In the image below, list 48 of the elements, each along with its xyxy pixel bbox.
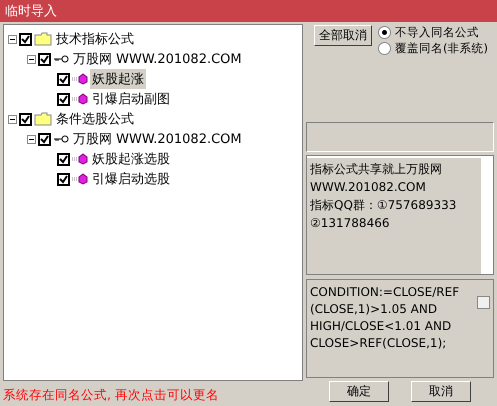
option-label: 不导入同名公式 [395, 25, 479, 40]
tree-item[interactable]: 引爆启动副图 [90, 89, 172, 109]
formula-text: HIGH/CLOSE<1.01 AND [310, 318, 452, 335]
info-text: 指标QQ群：①757689333 [310, 197, 458, 214]
dialog-button[interactable]: 确定 [329, 381, 389, 402]
key-icon [53, 134, 69, 144]
radio-option[interactable]: 覆盖同名(非系统) [378, 41, 488, 56]
info-text: WWW.201082.COM [310, 179, 427, 196]
formula-text: (CLOSE,1)>1.05 AND [310, 301, 438, 318]
collapse-toggle[interactable] [27, 54, 36, 64]
radio-icon[interactable] [378, 26, 391, 39]
collapse-toggle[interactable] [27, 134, 36, 144]
checkbox[interactable] [19, 32, 32, 46]
folder-icon [34, 32, 52, 46]
formula-text: CONDITION:=CLOSE/REF [310, 284, 460, 301]
tree-item[interactable]: 万股网 WWW.201082.COM [71, 49, 244, 69]
option-label: 覆盖同名(非系统) [395, 41, 488, 56]
checkbox[interactable] [57, 72, 70, 86]
folder-icon [34, 112, 52, 126]
window-title: 临时导入 [0, 0, 497, 22]
key-icon [53, 54, 69, 64]
status-message: 系统存在同名公式, 再次点击可以更名 [3, 386, 220, 404]
tree-item[interactable]: 条件选股公式 [54, 109, 136, 129]
tree-item[interactable]: 妖股起涨 [90, 69, 146, 89]
tree-item[interactable]: 妖股起涨选股 [90, 149, 172, 169]
tree-item[interactable]: 引爆启动选股 [90, 169, 172, 189]
info-text: ②131788466 [310, 215, 390, 232]
radio-option[interactable]: 不导入同名公式 [378, 25, 488, 40]
cancel-all-button[interactable]: 全部取消 [314, 25, 372, 46]
checkbox[interactable] [19, 112, 32, 126]
collapse-toggle[interactable] [8, 34, 17, 44]
info-text: 指标公式共享就上万股网 [310, 161, 443, 178]
checkbox[interactable] [38, 52, 51, 66]
cube-icon [72, 173, 88, 185]
tree-item[interactable]: 万股网 WWW.201082.COM [71, 129, 244, 149]
cube-icon [72, 73, 88, 85]
tree-item[interactable]: 技术指标公式 [54, 29, 136, 49]
cube-icon [72, 153, 88, 165]
radio-icon[interactable] [378, 42, 391, 55]
formula-text: CLOSE>REF(CLOSE,1); [310, 335, 448, 352]
checkbox[interactable] [477, 296, 490, 309]
checkbox[interactable] [57, 172, 70, 186]
checkbox[interactable] [57, 92, 70, 106]
checkbox[interactable] [38, 132, 51, 146]
checkbox[interactable] [57, 152, 70, 166]
dialog-button[interactable]: 取消 [411, 381, 471, 402]
collapse-toggle[interactable] [8, 114, 17, 124]
cube-icon [72, 93, 88, 105]
